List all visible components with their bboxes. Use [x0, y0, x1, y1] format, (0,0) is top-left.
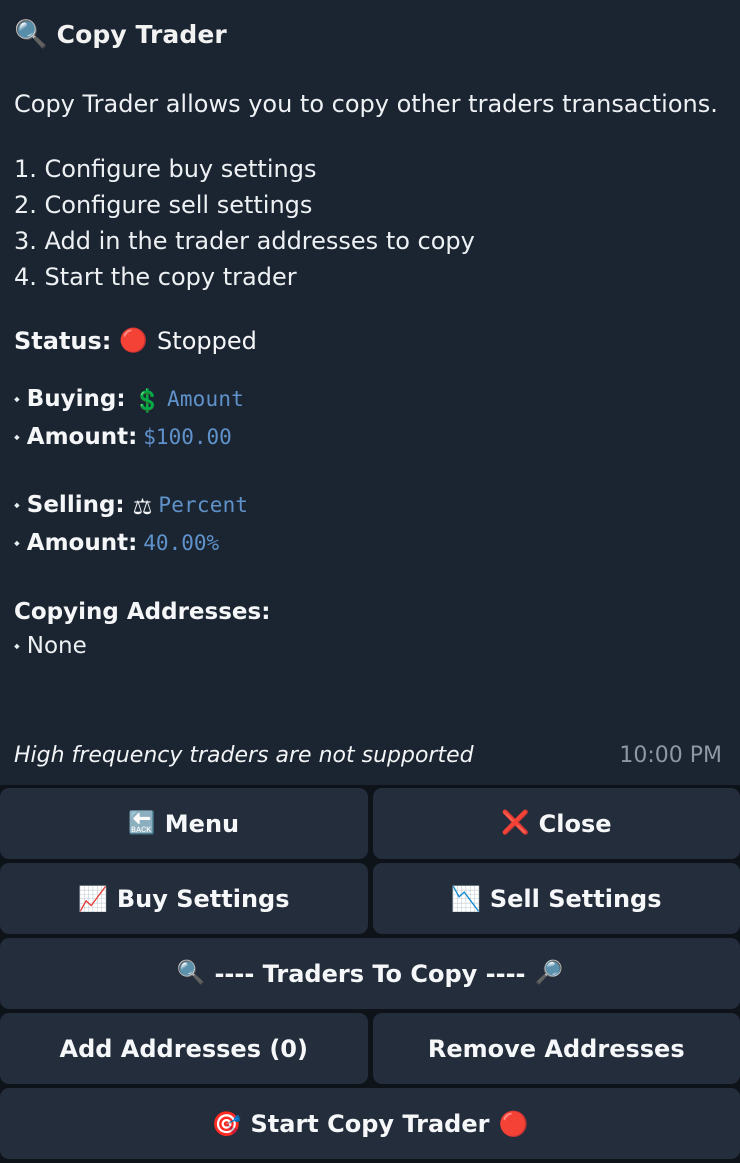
info-panel: 🔍 Copy Trader Copy Trader allows you to … — [0, 0, 740, 785]
sell-settings-button[interactable]: 📉 Sell Settings — [372, 863, 740, 934]
clock: 10:00 PM — [619, 743, 722, 768]
start-copy-trader-button-label: Start Copy Trader — [250, 1109, 490, 1138]
magnifier-left-icon: 🔍 — [176, 960, 206, 986]
selling-mode-value: Percent — [158, 493, 249, 518]
buy-settings-summary: ⬩ Buying: 💲 Amount ⬩ Amount: $100.00 — [14, 381, 726, 457]
button-row-traders-header: 🔍 ---- Traders To Copy ---- 🔎 — [0, 938, 740, 1009]
remove-addresses-button[interactable]: Remove Addresses — [372, 1013, 740, 1084]
page-title-text: Copy Trader — [56, 19, 227, 49]
footnote-text: High frequency traders are not supported — [14, 743, 474, 768]
dollar-icon: 💲 — [133, 389, 161, 415]
intro-text: Copy Trader allows you to copy other tra… — [14, 90, 718, 118]
menu-button[interactable]: 🔙 Menu — [0, 788, 368, 859]
list-item: 1. Configure buy settings — [14, 155, 317, 184]
red-circle-icon: 🔴 — [119, 327, 149, 354]
chart-increasing-icon: 📈 — [77, 884, 108, 913]
buying-amount-value: $100.00 — [143, 425, 232, 450]
close-button-label: Close — [538, 809, 612, 838]
selling-amount-label: Amount: — [26, 530, 138, 557]
status-label: Status: — [14, 327, 112, 356]
selling-label: Selling: — [26, 492, 125, 519]
buying-label: Buying: — [26, 386, 126, 413]
bullet-icon: ⬩ — [14, 533, 20, 553]
bullet-icon: ⬩ — [14, 495, 20, 515]
sell-settings-summary: ⬩ Selling: ⚖ Percent ⬩ Amount: 40.00% — [14, 487, 726, 563]
selling-amount-row: ⬩ Amount: 40.00% — [14, 525, 726, 563]
magnifier-icon: 🔍 — [14, 18, 48, 50]
back-icon: 🔙 — [128, 810, 156, 836]
traders-to-copy-label: ---- Traders To Copy ---- — [214, 959, 526, 988]
copying-addresses-value-row: ⬩ None — [14, 629, 726, 665]
buy-settings-button[interactable]: 📈 Buy Settings — [0, 863, 368, 934]
button-row-start: 🎯 Start Copy Trader 🔴 — [0, 1088, 740, 1159]
footer-row: High frequency traders are not supported… — [14, 745, 722, 767]
buying-mode-row: ⬩ Buying: 💲 Amount — [14, 381, 726, 419]
bullet-icon: ⬩ — [14, 389, 20, 409]
close-button[interactable]: ❌ Close — [372, 788, 740, 859]
remove-addresses-button-label: Remove Addresses — [427, 1034, 685, 1063]
list-item: 4. Start the copy trader — [14, 263, 297, 292]
add-addresses-button[interactable]: Add Addresses (0) — [0, 1013, 368, 1084]
status-value: Stopped — [157, 327, 257, 356]
list-item: 2. Configure sell settings — [14, 191, 313, 220]
sell-settings-button-label: Sell Settings — [489, 884, 662, 913]
copy-trader-screen: 🔍 Copy Trader Copy Trader allows you to … — [0, 0, 740, 1163]
magnifier-right-icon: 🔎 — [534, 960, 564, 986]
button-row-navigation: 🔙 Menu ❌ Close — [0, 788, 740, 859]
traders-to-copy-header: 🔍 ---- Traders To Copy ---- 🔎 — [0, 938, 740, 1009]
balance-scale-icon: ⚖ — [132, 495, 153, 521]
button-area: 🔙 Menu ❌ Close 📈 Buy Settings 📉 Sell Set… — [0, 785, 740, 1163]
red-circle-icon: 🔴 — [498, 1109, 529, 1138]
buying-amount-row: ⬩ Amount: $100.00 — [14, 419, 726, 457]
selling-amount-value: 40.00% — [143, 531, 220, 556]
buying-mode-value: Amount — [167, 387, 245, 412]
button-row-addresses: Add Addresses (0) Remove Addresses — [0, 1013, 740, 1084]
add-addresses-button-label: Add Addresses (0) — [59, 1034, 308, 1063]
status-badge: Status: 🔴 Stopped — [14, 329, 726, 353]
page-title: 🔍 Copy Trader — [14, 14, 726, 54]
start-copy-trader-button[interactable]: 🎯 Start Copy Trader 🔴 — [0, 1088, 740, 1159]
close-icon: ❌ — [500, 810, 530, 836]
chart-decreasing-icon: 📉 — [450, 884, 481, 913]
menu-button-label: Menu — [164, 809, 240, 838]
steps-list: 1. Configure buy settings 2. Configure s… — [14, 151, 726, 295]
bullet-icon: ⬩ — [14, 636, 20, 656]
buy-settings-button-label: Buy Settings — [116, 884, 290, 913]
button-row-settings: 📈 Buy Settings 📉 Sell Settings — [0, 863, 740, 934]
bullet-icon: ⬩ — [14, 427, 20, 447]
selling-mode-row: ⬩ Selling: ⚖ Percent — [14, 487, 726, 525]
dart-icon: 🎯 — [211, 1109, 242, 1138]
list-item: 3. Add in the trader addresses to copy — [14, 227, 475, 256]
copying-addresses-heading: Copying Addresses: — [14, 599, 271, 626]
buying-amount-label: Amount: — [26, 424, 138, 451]
copying-addresses-value: None — [26, 633, 87, 660]
